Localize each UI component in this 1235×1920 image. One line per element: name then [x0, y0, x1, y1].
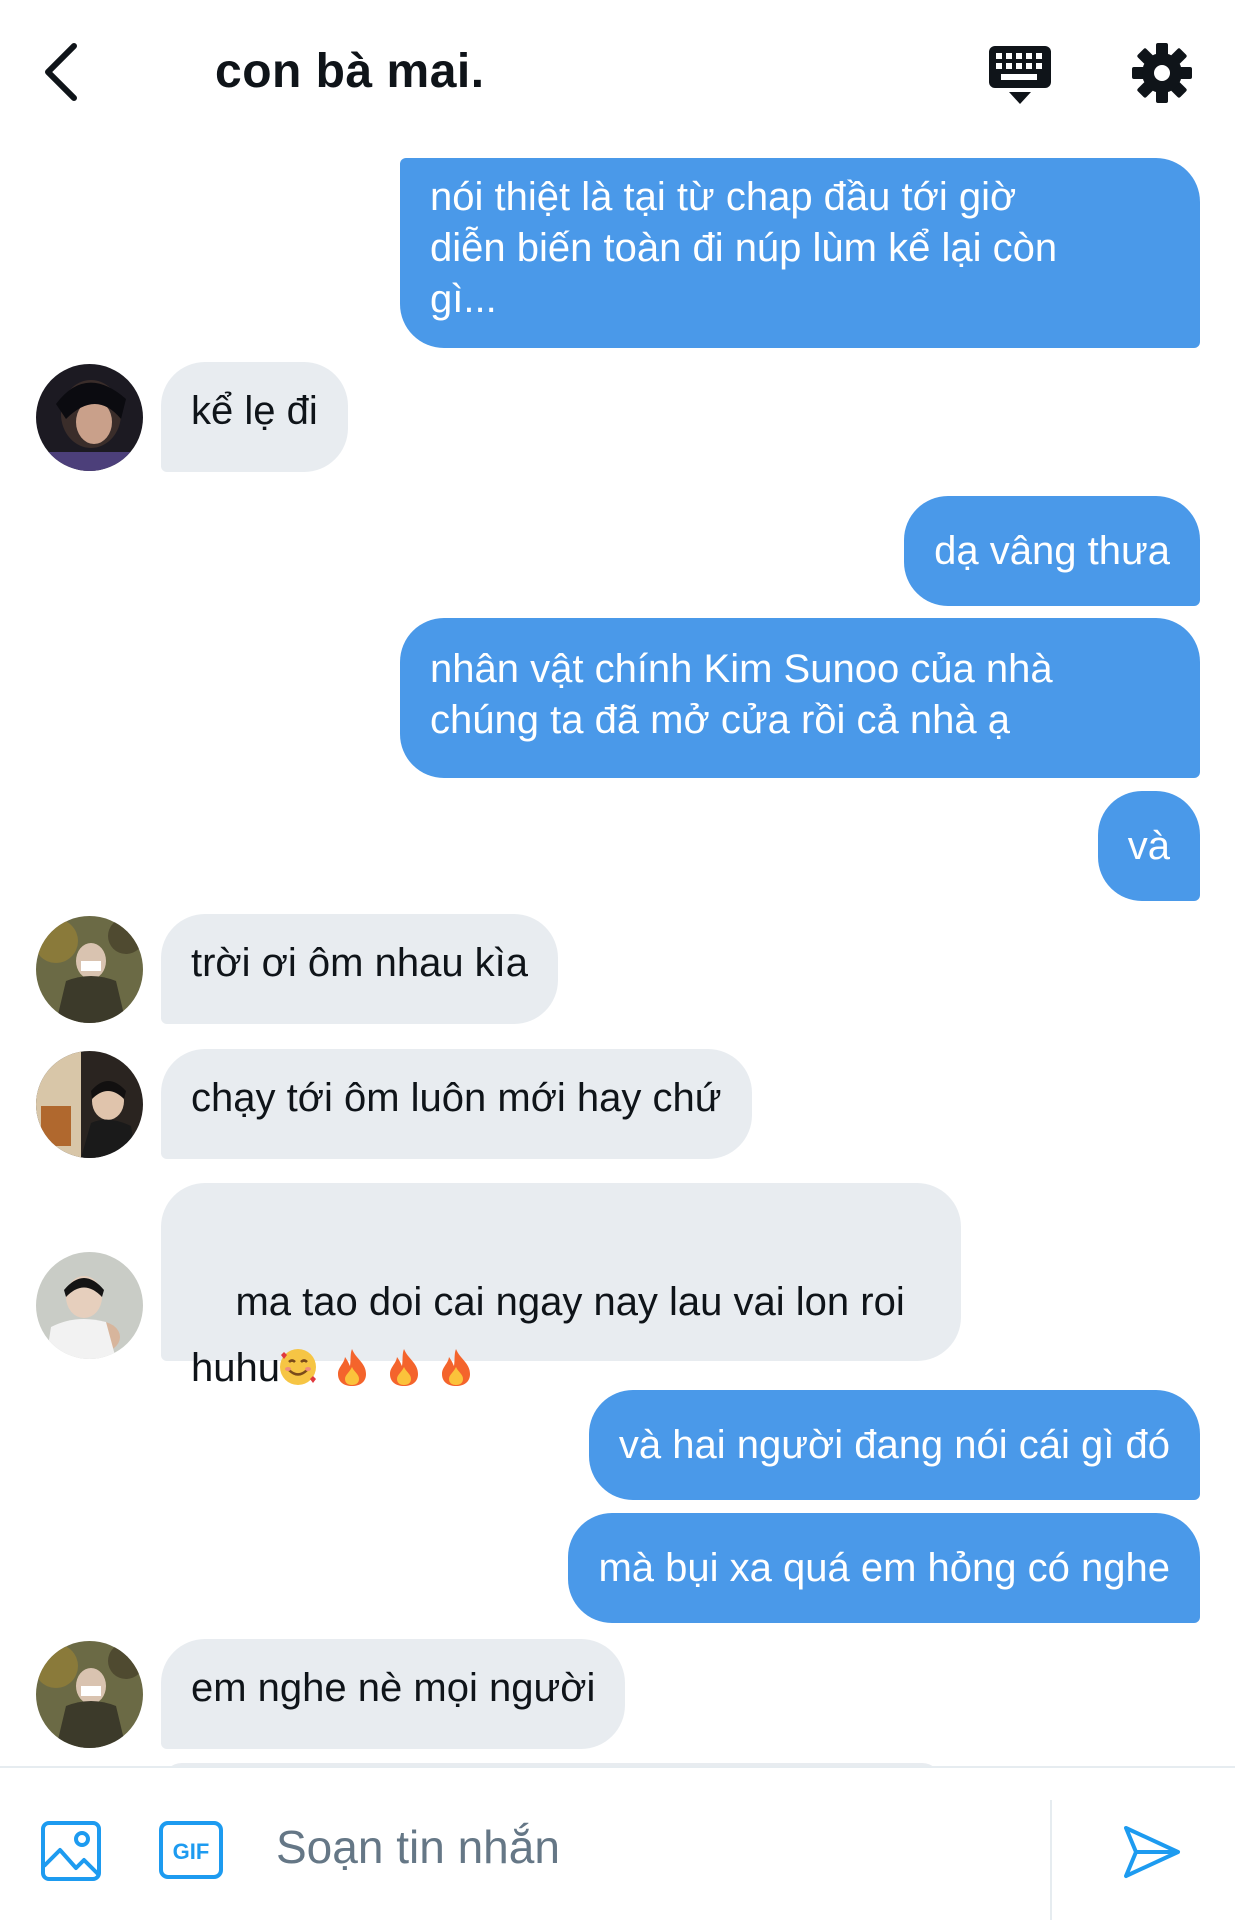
message-input[interactable]: [276, 1814, 1016, 1880]
settings-button[interactable]: [1131, 42, 1193, 104]
message-outgoing[interactable]: mà bụi xa quá em hỏng có nghe: [568, 1513, 1200, 1623]
message-incoming[interactable]: kể lẹ đi: [161, 362, 348, 472]
send-icon: [1124, 1826, 1180, 1878]
smiling-face-with-hearts-icon: [279, 1349, 316, 1385]
svg-text:GIF: GIF: [173, 1839, 210, 1864]
fire-icon: [441, 1349, 470, 1386]
avatar-photo: [36, 364, 143, 471]
fire-icon: [337, 1349, 366, 1386]
message-outgoing[interactable]: và hai người đang nói cái gì đó: [588, 1390, 1200, 1500]
message-incoming[interactable]: em nghe nè mọi người: [161, 1639, 626, 1749]
dm-conversation-screen: con bà mai. nói thiệt là tại từ chap đầu…: [0, 0, 1235, 1920]
avatar-photo: [36, 1252, 143, 1359]
add-image-button[interactable]: [40, 1820, 102, 1882]
avatar[interactable]: [36, 1641, 143, 1748]
message-outgoing[interactable]: và: [1097, 791, 1200, 901]
chevron-left-icon: [45, 43, 77, 101]
avatar[interactable]: [36, 916, 143, 1023]
message-outgoing[interactable]: dạ vâng thưa: [904, 496, 1200, 606]
message-composer: GIF: [0, 1766, 1235, 1920]
avatar[interactable]: [36, 1252, 143, 1359]
image-icon: [41, 1821, 101, 1881]
add-gif-button[interactable]: GIF: [158, 1820, 224, 1880]
message-outgoing[interactable]: nói thiệt là tại từ chap đầu tới giờ diễ…: [400, 158, 1200, 348]
conversation-title[interactable]: con bà mai.: [215, 44, 485, 99]
avatar-photo: [36, 1051, 143, 1158]
message-incoming[interactable]: ma tao doi cai ngay nay lau vai lon roi …: [161, 1183, 961, 1390]
fire-icon: [389, 1349, 418, 1386]
avatar[interactable]: [36, 364, 143, 471]
message-outgoing[interactable]: nhân vật chính Kim Sunoo của nhà chúng t…: [400, 618, 1200, 778]
composer-divider: [1050, 1800, 1052, 1920]
avatar-photo: [36, 916, 143, 1023]
conversation-header: con bà mai.: [0, 0, 1235, 150]
back-button[interactable]: [40, 38, 100, 108]
avatar-photo: [36, 1641, 143, 1748]
keyboard-icon: [989, 46, 1051, 104]
gif-icon: GIF: [159, 1821, 223, 1879]
emoji-row: [279, 1346, 474, 1390]
keyboard-shortcuts-button[interactable]: [987, 42, 1053, 108]
avatar[interactable]: [36, 1051, 143, 1158]
message-incoming[interactable]: chạy tới ôm luôn mới hay chứ: [161, 1049, 752, 1159]
message-incoming[interactable]: trời ơi ôm nhau kìa: [161, 914, 559, 1024]
gear-icon: [1132, 43, 1192, 103]
send-button[interactable]: [1122, 1824, 1182, 1880]
